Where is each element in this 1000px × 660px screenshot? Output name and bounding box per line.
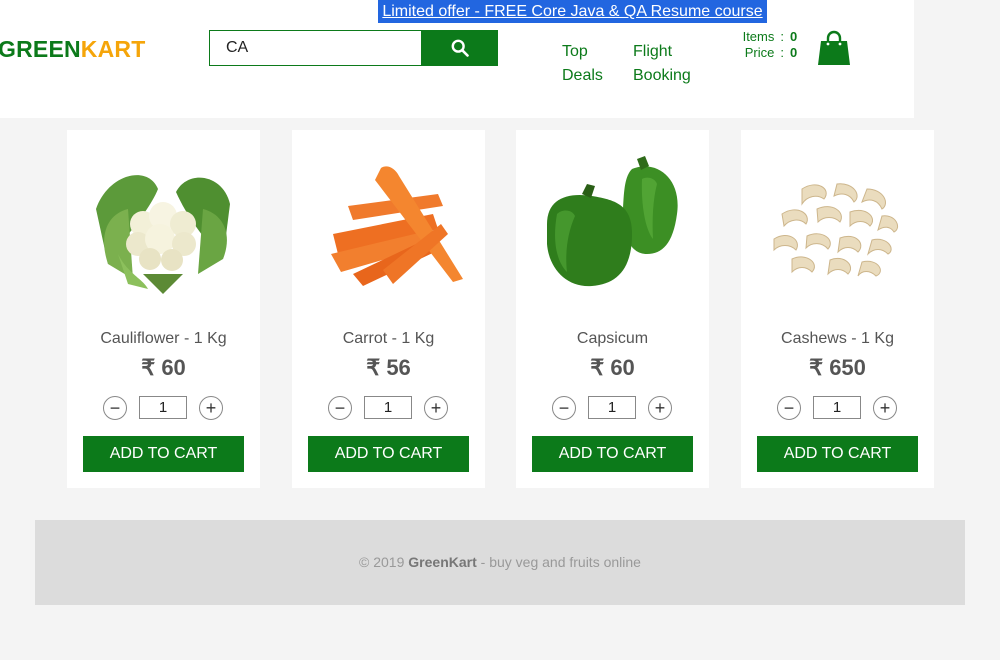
increment-button[interactable]: + [424,396,448,420]
nav-top-deals-line1: Top [562,43,588,60]
price-label: Price [744,45,775,60]
search-button[interactable] [421,30,498,66]
carrot-image [331,166,463,286]
quantity-input[interactable] [813,396,861,419]
price-row: Price : 0 [718,45,800,61]
product-card: Capsicum ₹ 60 − + ADD TO CART [516,130,709,488]
items-separator: : [780,29,784,44]
brand-kart: KART [80,36,146,62]
footer-tagline: - buy veg and fruits online [476,554,641,570]
price-total: 0 [790,45,798,60]
add-to-cart-button[interactable]: ADD TO CART [757,436,918,472]
footer: © 2019 GreenKart - buy veg and fruits on… [35,520,965,605]
nav-flight-booking-line1: Flight [633,43,673,60]
product-card: Cashews - 1 Kg ₹ 650 − + ADD TO CART [741,130,934,488]
add-to-cart-button[interactable]: ADD TO CART [308,436,469,472]
capsicum-image [547,156,678,287]
product-price: ₹ 650 [809,355,866,380]
decrement-button[interactable]: − [328,396,352,420]
search-icon [451,39,469,57]
quantity-stepper: − + [552,396,673,420]
items-row: Items : 0 [718,29,800,45]
quantity-input[interactable] [588,396,636,419]
promo-banner-link[interactable]: Limited offer - FREE Core Java & QA Resu… [378,0,767,23]
price-separator: : [780,45,784,60]
decrement-button[interactable]: − [777,396,801,420]
product-price: ₹ 60 [590,355,635,380]
nav-flight-booking-line2: Booking [633,67,691,84]
brand-green: GREEN [0,36,81,62]
quantity-input[interactable] [139,396,187,419]
nav-flight-booking[interactable]: Flight Booking [633,40,691,88]
shopping-bag-icon [818,30,850,65]
quantity-input[interactable] [364,396,412,419]
product-card: Cauliflower - 1 Kg ₹ 60 − + ADD TO CART [67,130,260,488]
cart-button[interactable] [817,30,851,66]
decrement-button[interactable]: − [552,396,576,420]
quantity-stepper: − + [328,396,449,420]
product-card: Carrot - 1 Kg ₹ 56 − + ADD TO CART [292,130,485,488]
decrement-button[interactable]: − [103,396,127,420]
search-input[interactable] [209,30,421,66]
items-label: Items [742,29,775,44]
product-name: Capsicum [576,330,649,347]
product-name: Carrot - 1 Kg [342,330,435,347]
nav-top-deals-line2: Deals [562,67,603,84]
items-count: 0 [790,29,798,44]
footer-copyright: © 2019 [359,554,409,570]
product-name: Cauliflower - 1 Kg [100,330,227,347]
cart-summary: Items : 0 Price : 0 [718,29,800,61]
cashews-image [773,183,898,277]
product-name: Cashews - 1 Kg [781,330,894,347]
brand-logo[interactable]: GREENKART [0,36,145,63]
quantity-stepper: − + [103,396,224,420]
increment-button[interactable]: + [199,396,223,420]
quantity-stepper: − + [777,396,898,420]
cauliflower-image [96,175,230,294]
increment-button[interactable]: + [873,396,897,420]
add-to-cart-button[interactable]: ADD TO CART [83,436,244,472]
product-price: ₹ 56 [366,355,411,380]
add-to-cart-button[interactable]: ADD TO CART [532,436,693,472]
product-price: ₹ 60 [141,355,186,380]
search-bar [209,30,498,66]
increment-button[interactable]: + [648,396,672,420]
nav-top-deals[interactable]: Top Deals [562,40,603,88]
footer-brand: GreenKart [408,554,477,570]
